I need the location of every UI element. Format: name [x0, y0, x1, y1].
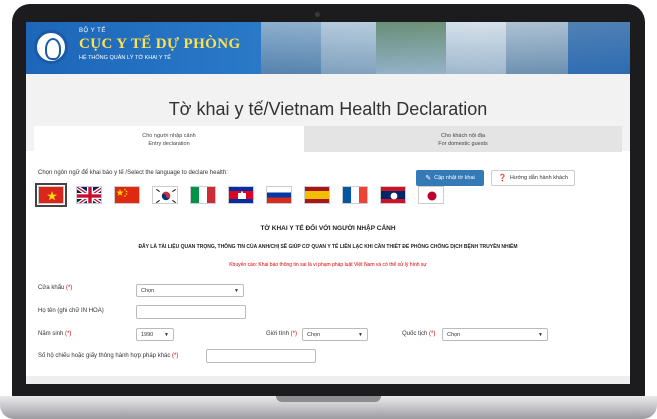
- header-banner: BỘ Y TẾ CỤC Y TẾ DỰ PHÒNG HỆ THỐNG QUẢN …: [26, 22, 630, 74]
- banner-photo: [446, 22, 506, 74]
- ministry-emblem-icon: [34, 30, 68, 64]
- full-name-input[interactable]: [136, 305, 246, 319]
- france-flag-icon[interactable]: [342, 186, 368, 204]
- spain-flag-icon[interactable]: [304, 186, 330, 204]
- tab-label-vi: Cho khách nội địa: [440, 133, 486, 139]
- required-mark: (*): [429, 331, 436, 337]
- passport-label-text: Số hộ chiếu hoặc giấy thông hành hợp phá…: [38, 353, 171, 359]
- border-gate-select[interactable]: Chọn ▼: [136, 284, 244, 297]
- chevron-down-icon: ▼: [358, 332, 363, 338]
- update-declaration-button[interactable]: ✎ Cập nhật tờ khai: [416, 170, 484, 186]
- full-name-label: Họ tên (ghi chữ IN HOA): [38, 308, 104, 314]
- chevron-down-icon: ▼: [164, 332, 169, 338]
- scroll-fade: [26, 376, 630, 384]
- banner-photo: [506, 22, 568, 74]
- birth-year-label: Năm sinh (*): [38, 331, 71, 337]
- banner-photo: [376, 22, 446, 74]
- tab-entry-declaration[interactable]: Cho người nhập cảnh Entry declaration: [34, 126, 304, 152]
- laos-flag-icon[interactable]: [380, 186, 406, 204]
- japan-flag-icon[interactable]: [418, 186, 444, 204]
- update-button-label: Cập nhật tờ khai: [434, 175, 475, 181]
- birth-year-value: 1990: [141, 332, 154, 338]
- passenger-guide-button[interactable]: ❓ Hướng dẫn hành khách: [491, 170, 575, 186]
- full-name-label-text: Họ tên (ghi chữ IN HOA): [38, 308, 104, 314]
- page-title: Tờ khai y tế/Vietnam Health Declaration: [168, 99, 488, 119]
- nationality-select[interactable]: Chọn ▼: [442, 328, 548, 341]
- uk-flag-icon[interactable]: [76, 186, 102, 204]
- vietnam-flag-icon[interactable]: [35, 183, 67, 207]
- required-mark: (*): [290, 331, 297, 337]
- browser-screen: BỘ Y TẾ CỤC Y TẾ DỰ PHÒNG HỆ THỐNG QUẢN …: [26, 22, 630, 384]
- form-warning: Khuyến cáo: Khai báo thông tin sai là vi…: [229, 262, 427, 268]
- russia-flag-icon[interactable]: [266, 186, 292, 204]
- tab-domestic-guests[interactable]: Cho khách nội địa For domestic guests: [304, 126, 622, 152]
- edit-icon: ✎: [425, 175, 432, 182]
- camera-icon: [315, 12, 320, 17]
- nationality-value: Chọn: [447, 332, 461, 338]
- tab-label-en: For domestic guests: [438, 141, 488, 147]
- banner-photo: [568, 22, 630, 74]
- laptop-frame: BỘ Y TẾ CỤC Y TẾ DỰ PHÒNG HỆ THỐNG QUẢN …: [0, 0, 657, 419]
- birth-year-label-text: Năm sinh: [38, 331, 64, 337]
- required-mark: (*): [172, 353, 179, 359]
- banner-photo: [261, 22, 321, 74]
- gender-label-text: Giới tính: [266, 331, 289, 337]
- border-gate-label: Cửa khẩu (*): [38, 285, 72, 291]
- chevron-down-icon: ▼: [538, 332, 543, 338]
- banner-photos: [261, 22, 630, 74]
- org-parent: BỘ Y TẾ: [79, 28, 106, 34]
- border-gate-value: Chọn: [141, 288, 155, 294]
- org-subtitle: HỆ THỐNG QUẢN LÝ TỜ KHAI Y TẾ: [79, 55, 171, 61]
- guide-button-label: Hướng dẫn hành khách: [509, 175, 568, 181]
- form-notice: ĐÂY LÀ TÀI LIỆU QUAN TRỌNG, THÔNG TIN CỦ…: [138, 244, 518, 250]
- passport-input[interactable]: [206, 349, 316, 363]
- china-flag-icon[interactable]: [114, 186, 140, 204]
- birth-year-select[interactable]: 1990 ▼: [136, 328, 174, 341]
- korea-flag-icon[interactable]: [152, 186, 178, 204]
- gender-label: Giới tính (*): [266, 331, 297, 337]
- chevron-down-icon: ▼: [234, 288, 239, 294]
- gender-value: Chọn: [307, 332, 321, 338]
- italy-flag-icon[interactable]: [190, 186, 216, 204]
- tab-label-en: Entry declaration: [148, 141, 190, 147]
- question-circle-icon: ❓: [498, 175, 507, 182]
- form-heading: TỜ KHAI Y TẾ ĐỐI VỚI NGƯỜI NHẬP CẢNH: [260, 225, 396, 232]
- org-name: CỤC Y TẾ DỰ PHÒNG: [79, 36, 241, 52]
- declaration-tabs: Cho người nhập cảnh Entry declaration Ch…: [26, 126, 630, 152]
- border-gate-label-text: Cửa khẩu: [38, 285, 65, 291]
- language-prompt: Chọn ngôn ngữ để khai báo y tế /Select t…: [38, 170, 228, 176]
- cambodia-flag-icon[interactable]: [228, 186, 254, 204]
- nationality-label: Quốc tịch (*): [402, 331, 435, 337]
- passport-label: Số hộ chiếu hoặc giấy thông hành hợp phá…: [38, 353, 178, 359]
- tab-label-vi: Cho người nhập cảnh: [142, 133, 196, 139]
- required-mark: (*): [65, 331, 72, 337]
- required-mark: (*): [66, 285, 73, 291]
- banner-photo: [321, 22, 376, 74]
- laptop-notch: [276, 396, 381, 402]
- nationality-label-text: Quốc tịch: [402, 331, 428, 337]
- gender-select[interactable]: Chọn ▼: [302, 328, 368, 341]
